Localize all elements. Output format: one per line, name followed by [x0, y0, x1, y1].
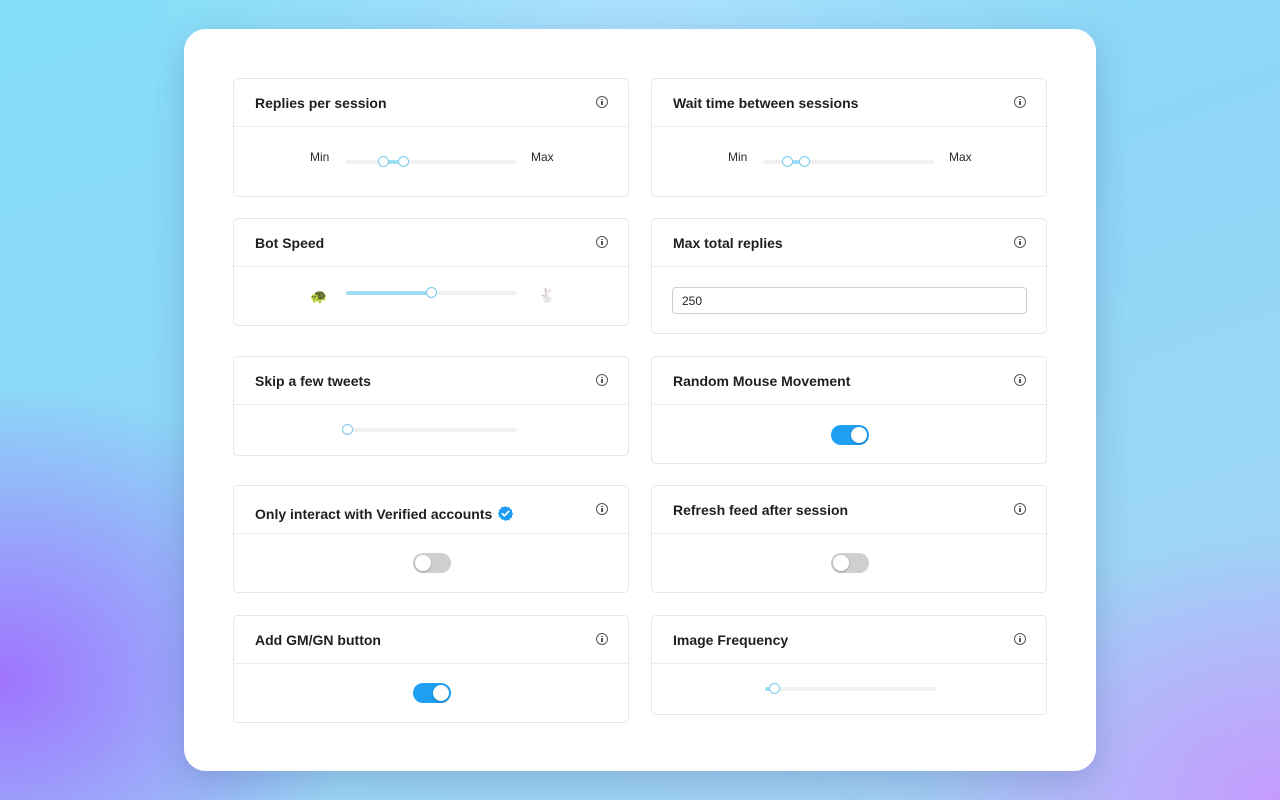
min-label: Min [728, 150, 748, 164]
random-mouse-toggle[interactable] [831, 425, 869, 445]
card-title: Random Mouse Movement [673, 373, 851, 389]
verified-only-card: Only interact with Verified accounts [233, 485, 629, 593]
random-mouse-card: Random Mouse Movement [651, 356, 1047, 464]
skip-tweets-slider[interactable] [342, 424, 517, 435]
info-icon[interactable] [1014, 633, 1026, 645]
info-icon[interactable] [596, 374, 608, 386]
settings-panel: Replies per session Min Max Wait time be… [184, 29, 1096, 771]
card-title: Max total replies [673, 235, 783, 251]
skip-tweets-card: Skip a few tweets [233, 356, 629, 456]
max-total-replies-card: Max total replies [651, 218, 1047, 334]
card-title: Bot Speed [255, 235, 325, 251]
info-icon[interactable] [1014, 236, 1026, 248]
toggle-thumb [415, 555, 431, 571]
rabbit-icon: 🐇 [538, 287, 556, 303]
info-icon[interactable] [1014, 374, 1026, 386]
image-frequency-card: Image Frequency [651, 615, 1047, 715]
slider-max-handle[interactable] [799, 156, 810, 167]
bot-speed-slider[interactable] [346, 287, 517, 298]
verified-badge-icon [498, 506, 514, 521]
turtle-icon: 🐢 [310, 288, 328, 304]
card-header: Skip a few tweets [234, 357, 628, 405]
slider-min-handle[interactable] [378, 156, 389, 167]
max-label: Max [531, 150, 554, 164]
card-header: Replies per session [234, 79, 628, 127]
slider-handle[interactable] [769, 683, 780, 694]
min-label: Min [310, 150, 330, 164]
slider-handle[interactable] [342, 424, 353, 435]
max-total-replies-input[interactable] [672, 287, 1027, 314]
image-frequency-slider[interactable] [765, 683, 936, 694]
bot-speed-card: Bot Speed 🐢 🐇 [233, 218, 629, 326]
card-title: Skip a few tweets [255, 373, 371, 389]
max-label: Max [949, 150, 972, 164]
toggle-thumb [851, 427, 867, 443]
refresh-feed-toggle[interactable] [831, 553, 869, 573]
card-title: Replies per session [255, 95, 387, 111]
toggle-thumb [433, 685, 449, 701]
info-icon[interactable] [596, 96, 608, 108]
card-header: Add GM/GN button [234, 616, 628, 664]
gm-gn-toggle[interactable] [413, 683, 451, 703]
refresh-feed-card: Refresh feed after session [651, 485, 1047, 593]
info-icon[interactable] [1014, 503, 1026, 515]
info-icon[interactable] [596, 236, 608, 248]
replies-per-session-card: Replies per session Min Max [233, 78, 629, 197]
card-title: Add GM/GN button [255, 632, 381, 648]
card-title-text: Only interact with Verified accounts [255, 505, 493, 522]
verified-only-toggle[interactable] [413, 553, 451, 573]
wait-time-range-slider[interactable] [763, 156, 934, 167]
card-header: Only interact with Verified accounts [234, 486, 628, 534]
info-icon[interactable] [1014, 96, 1026, 108]
toggle-thumb [833, 555, 849, 571]
card-title: Image Frequency [673, 632, 789, 648]
card-title: Wait time between sessions [673, 95, 859, 111]
card-header: Wait time between sessions [652, 79, 1046, 127]
slider-fill [346, 291, 432, 295]
slider-min-handle[interactable] [782, 156, 793, 167]
slider-handle[interactable] [426, 287, 437, 298]
info-icon[interactable] [596, 503, 608, 515]
card-title: Only interact with Verified accounts [255, 505, 514, 522]
card-header: Bot Speed [234, 219, 628, 267]
card-header: Random Mouse Movement [652, 357, 1046, 405]
slider-max-handle[interactable] [398, 156, 409, 167]
card-header: Max total replies [652, 219, 1046, 267]
card-title: Refresh feed after session [673, 502, 849, 518]
replies-range-slider[interactable] [345, 156, 516, 167]
gm-gn-card: Add GM/GN button [233, 615, 629, 723]
card-header: Refresh feed after session [652, 486, 1046, 534]
card-header: Image Frequency [652, 616, 1046, 664]
info-icon[interactable] [596, 633, 608, 645]
wait-time-card: Wait time between sessions Min Max [651, 78, 1047, 197]
